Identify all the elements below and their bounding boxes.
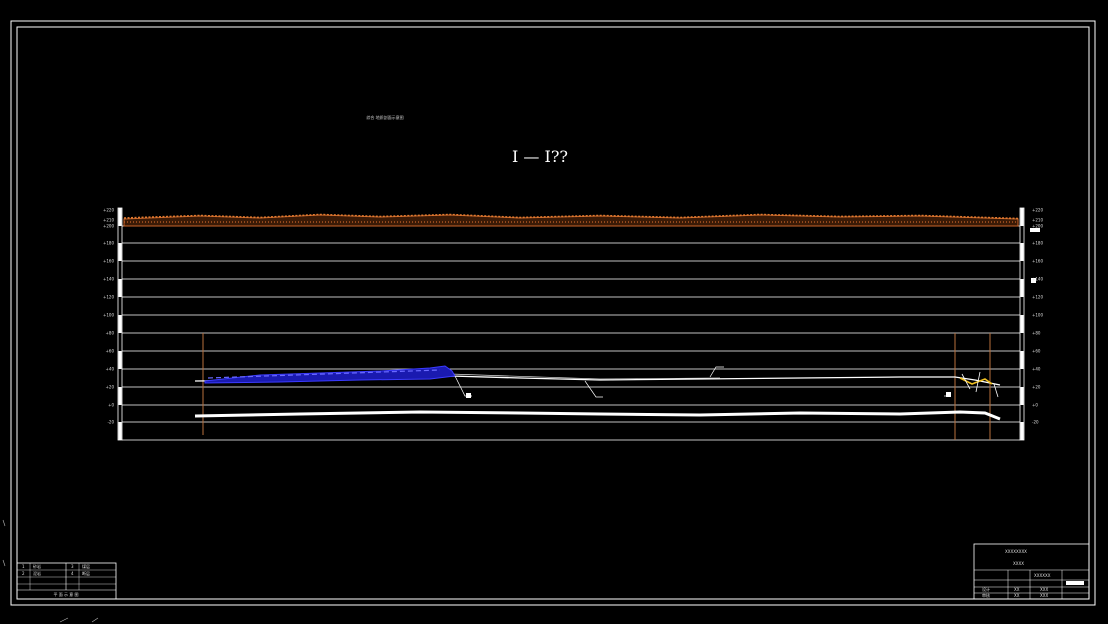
title-block-drawing-no: XXXXXX [1034,573,1051,578]
legend-row-2-text: 泥岩 [33,570,41,576]
right-fault-detail [959,371,999,398]
coal-seam-band [204,365,456,384]
left-elevation-label-13: -20 [107,420,114,425]
title-block-row-2-role: 审核 [982,592,990,598]
borehole-lines [202,333,991,440]
left-elevation-label-10: +40 [106,367,115,372]
right-elevation-label-1: +210 [1032,218,1043,223]
right-elevation-label-2: +200 [1032,224,1043,229]
title-block-row-1-name: XX [1014,587,1020,592]
right-elevation-label-13: -20 [1032,420,1039,425]
legend-row-2-id: 2 [22,571,25,576]
upper-seam-line-2 [449,373,721,380]
drawing-small-title: 综合 地质剖面示意图 [366,114,403,120]
cad-drawing-canvas: 综合 地质剖面示意图 I — I?? +220+210+200+180+160+… [2,20,1096,623]
right-elevation-label-9: +60 [1032,349,1041,354]
section-title: I — I?? [512,147,568,166]
right-elevation-label-8: +80 [1032,331,1041,336]
lower-seam-line [194,410,1001,421]
left-scale-bar [117,207,123,441]
left-elevation-label-5: +140 [103,277,114,282]
right-elevation-label-10: +40 [1032,367,1041,372]
left-elevation-label-6: +120 [103,295,114,300]
title-block: XXXXXXXX XXXX XXXXXX 设计 XX XXX 审核 XX XXX [973,543,1090,600]
title-block-row-2-date: XXX [1040,593,1048,598]
left-elevation-label-12: +0 [108,403,114,408]
right-elevation-label-3: +180 [1032,241,1043,246]
elevation-grid [122,225,1020,441]
legend-footer: 平 面 示 意 图 [53,591,78,597]
right-elevation-label-0: +220 [1032,208,1043,213]
left-elevation-label-8: +80 [106,331,115,336]
legend-table: 1 砂岩 2 泥岩 3 煤层 4 断层 平 面 示 意 图 [16,562,117,600]
left-elevation-label-0: +220 [103,208,114,213]
left-elevation-labels: +220 +210+200 +180 +160 +140 +120 +100 +80 +60 +4… [103,208,114,425]
left-elevation-label-7: +100 [103,313,114,318]
right-scale-mark [1030,228,1040,232]
right-elevation-label-7: +100 [1032,313,1043,318]
legend-row-3-id: 3 [71,564,74,569]
right-elevation-label-6: +120 [1032,295,1043,300]
outer-border [10,20,1096,606]
title-block-row-1-role: 设计 [982,586,990,592]
left-elevation-label-3: +180 [103,241,114,246]
right-elevation-label-5: +140 [1032,277,1043,282]
legend-row-4-text: 断层 [82,570,90,576]
left-elevation-label-11: +20 [106,385,115,390]
left-elevation-label-2: +200 [103,224,114,229]
left-elevation-label-9: +60 [106,349,115,354]
left-elevation-label-1: +210 [103,218,114,223]
right-elevation-label-12: +0 [1032,403,1038,408]
right-elevation-labels: +220 +210+200 +180 +160 +140 +120 +100 +80 +60 +4… [1032,208,1043,425]
legend-row-3-text: 煤层 [82,563,90,569]
ground-surface-layer [123,213,1019,227]
inner-border [16,26,1090,600]
legend-row-4-id: 4 [71,571,74,576]
legend-row-1-text: 砂岩 [33,563,41,569]
title-block-row-1-date: XXX [1040,587,1048,592]
annotation-leaders [454,366,951,398]
legend-row-1-id: 1 [22,564,25,569]
title-block-row-2-name: XX [1014,593,1020,598]
left-elevation-label-4: +160 [103,259,114,264]
right-elevation-label-4: +160 [1032,259,1043,264]
title-block-project: XXXXXXXX [1005,549,1027,554]
annotation-boxes [466,392,951,398]
title-block-drawing-name: XXXX [1013,561,1024,566]
right-elevation-label-11: +20 [1032,385,1041,390]
